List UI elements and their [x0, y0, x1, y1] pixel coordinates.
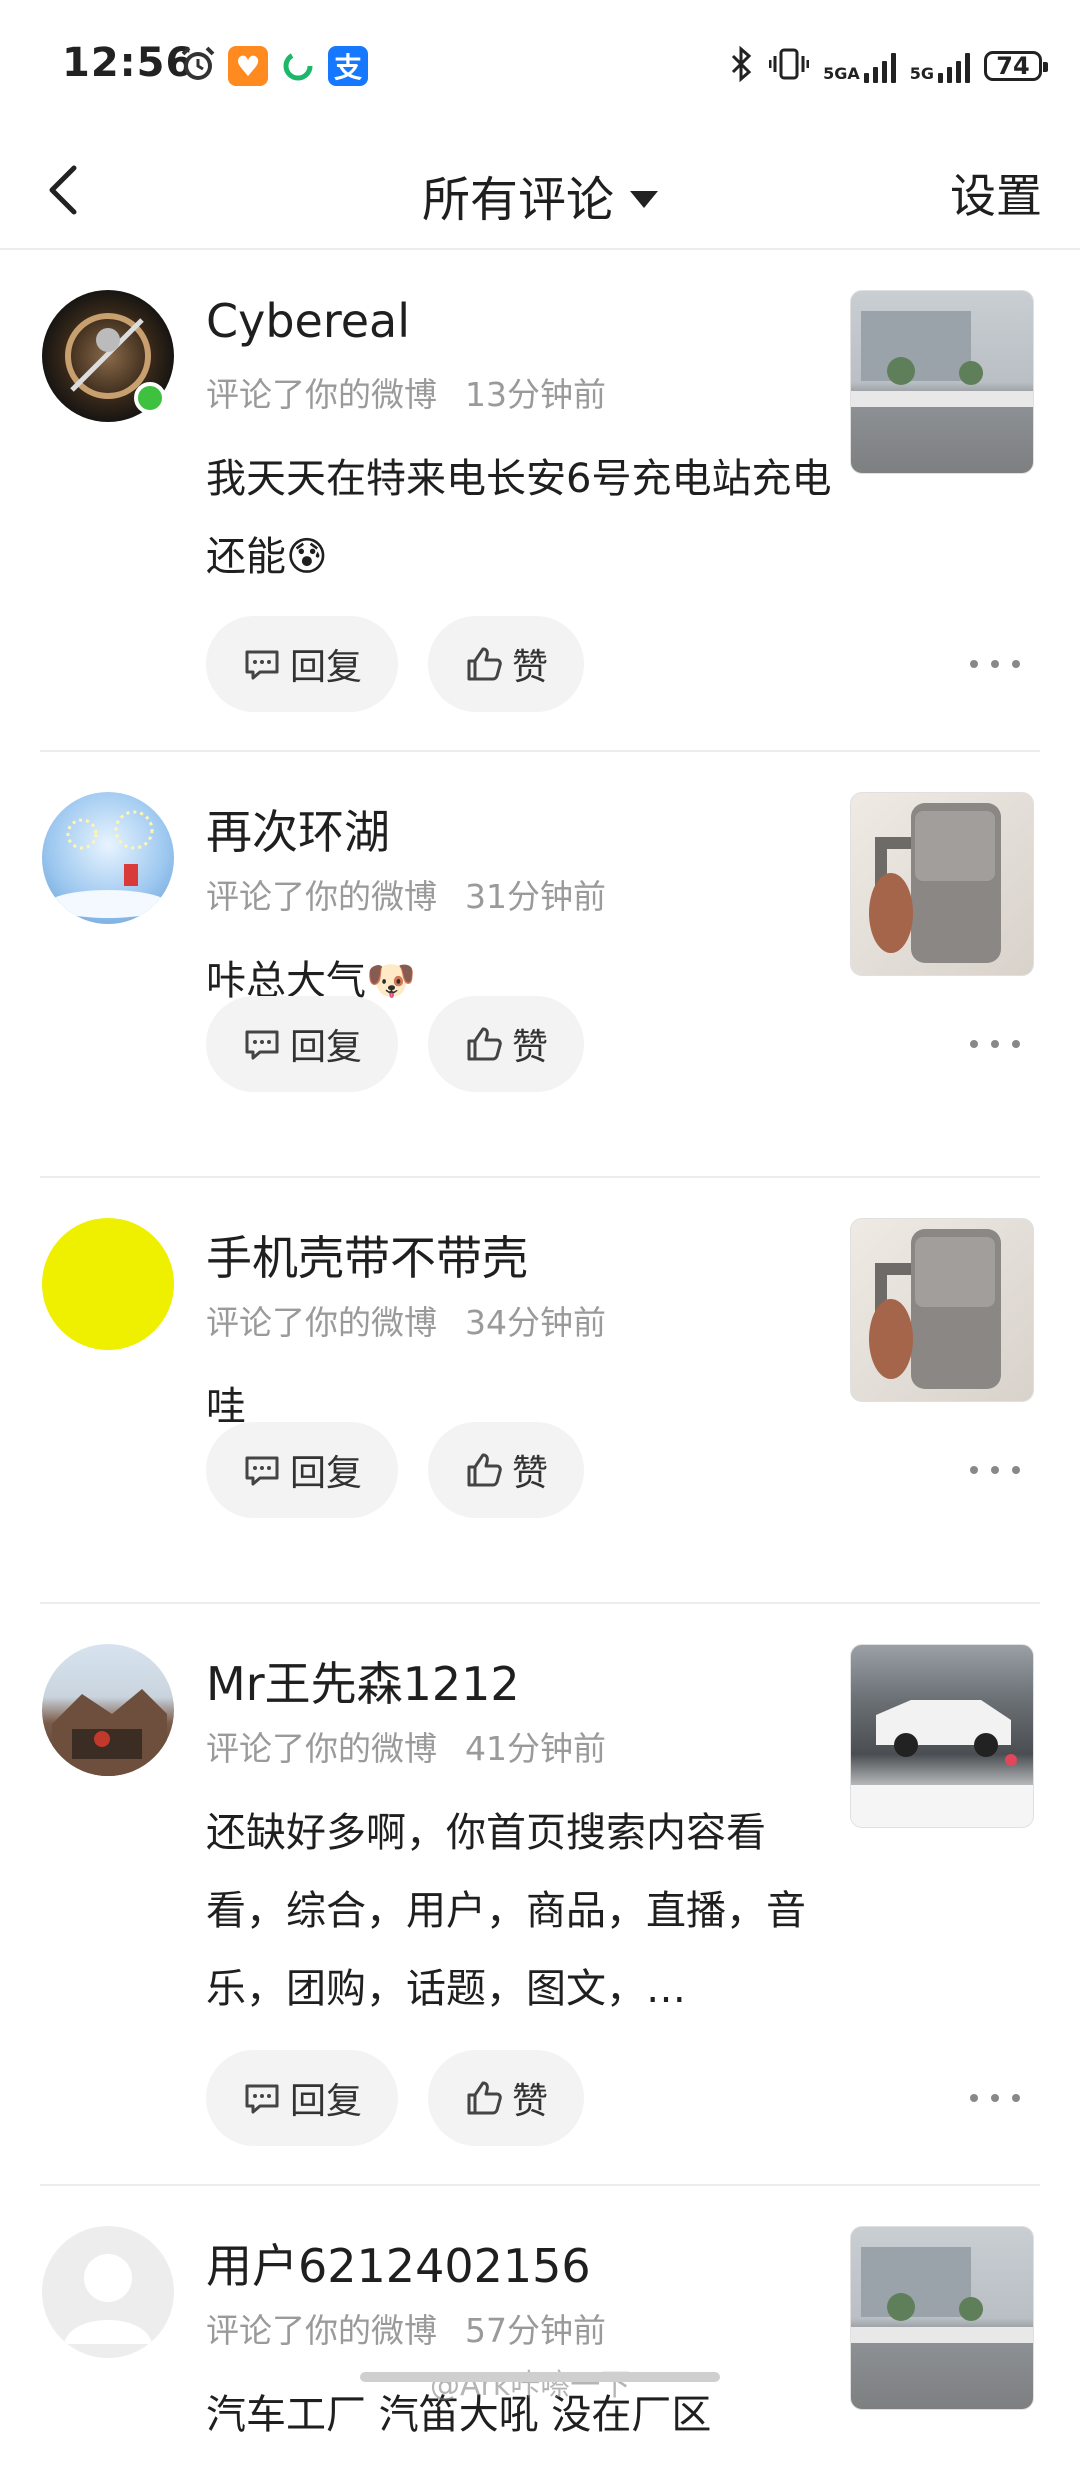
comment-list: Cybereal 评论了你的微博 13分钟前 我天天在特来电长安6号充电站充电还能… — [0, 250, 1080, 2486]
signal-strength-icon-2 — [938, 49, 970, 83]
status-time: 12:56 — [62, 40, 195, 86]
post-thumbnail[interactable] — [850, 2226, 1034, 2410]
comment-action: 评论了你的微博 — [206, 1729, 437, 1768]
battery-icon: 74 — [984, 51, 1048, 81]
shopping-app-icon: ♥ — [228, 46, 268, 86]
watermark: @Ark咔嚓一下 — [430, 2368, 631, 2403]
post-thumbnail[interactable] — [850, 290, 1034, 474]
like-button[interactable]: 赞 — [428, 2050, 584, 2146]
status-bar: 12:56 ♥ 支 5GA 5G 74 — [0, 0, 1080, 134]
more-options-button[interactable] — [970, 1034, 1020, 1054]
home-indicator[interactable] — [360, 2372, 720, 2382]
comment-meta: 评论了你的微博 31分钟前 — [206, 870, 606, 918]
reply-label: 回复 — [289, 1453, 362, 1494]
avatar[interactable] — [42, 1218, 174, 1350]
reply-label: 回复 — [289, 2081, 362, 2122]
alipay-icon: 支 — [328, 46, 368, 86]
reply-label: 回复 — [289, 1027, 362, 1068]
top-nav-bar: 所有评论 设置 — [0, 134, 1080, 250]
like-button[interactable]: 赞 — [428, 616, 584, 712]
comment-item[interactable]: Mr王先森1212 评论了你的微博 41分钟前 还缺好多啊，你首页搜索内容看看，综… — [40, 1604, 1040, 2186]
bluetooth-icon — [729, 45, 755, 86]
comment-action: 评论了你的微博 — [206, 2311, 437, 2350]
comment-actions: 回复 赞 — [206, 616, 584, 712]
reply-button[interactable]: 回复 — [206, 996, 398, 1092]
reply-label: 回复 — [289, 647, 362, 688]
reply-button[interactable]: 回复 — [206, 616, 398, 712]
comment-text: 我天天在特来电长安6号充电站充电还能😰 — [206, 456, 832, 580]
commenter-name[interactable]: 再次环湖 — [206, 796, 390, 862]
like-label: 赞 — [511, 2081, 548, 2122]
like-label: 赞 — [511, 647, 548, 688]
comment-actions: 回复 赞 — [206, 996, 584, 1092]
comment-time: 34分钟前 — [465, 1303, 606, 1342]
comment-item[interactable]: 手机壳带不带壳 评论了你的微博 34分钟前 哇 回复 赞 — [40, 1178, 1040, 1604]
like-button[interactable]: 赞 — [428, 996, 584, 1092]
comment-bubble-icon — [245, 1030, 279, 1060]
comment-bubble-icon — [245, 2084, 279, 2114]
thumbs-up-icon — [467, 2081, 502, 2115]
network-type-2: 5G — [909, 64, 934, 83]
comment-text: 还缺好多啊，你首页搜索内容看看，综合，用户，商品，直播，音乐，团购，话题，图文，… — [206, 1810, 806, 2012]
comment-bubble-icon — [245, 1456, 279, 1486]
more-options-button[interactable] — [970, 2088, 1020, 2108]
comment-action: 评论了你的微博 — [206, 375, 437, 414]
status-indicators: 5GA 5G 74 — [729, 45, 1048, 86]
reply-button[interactable]: 回复 — [206, 1422, 398, 1518]
comment-time: 13分钟前 — [465, 375, 606, 414]
comment-actions: 回复 赞 — [206, 1422, 584, 1518]
comment-item[interactable]: Cybereal 评论了你的微博 13分钟前 我天天在特来电长安6号充电站充电还能… — [40, 250, 1040, 752]
like-label: 赞 — [511, 1453, 548, 1494]
avatar[interactable] — [42, 1644, 174, 1776]
vibrate-icon — [768, 46, 810, 86]
commenter-name[interactable]: 用户6212402156 — [206, 2230, 591, 2296]
comment-time: 57分钟前 — [465, 2311, 606, 2350]
comment-time: 41分钟前 — [465, 1729, 606, 1768]
loop-app-icon — [278, 46, 318, 86]
thumbs-up-icon — [467, 1453, 502, 1487]
post-thumbnail[interactable] — [850, 1644, 1034, 1828]
page-title: 所有评论 — [421, 172, 614, 228]
status-app-icons: ♥ 支 — [178, 44, 368, 88]
caret-down-icon — [630, 190, 658, 208]
comment-meta: 评论了你的微博 57分钟前 — [206, 2304, 606, 2352]
online-status-dot — [134, 382, 166, 414]
post-thumbnail[interactable] — [850, 1218, 1034, 1402]
network-type-1: 5GA — [823, 64, 860, 83]
like-label: 赞 — [511, 1027, 548, 1068]
comment-action: 评论了你的微博 — [206, 877, 437, 916]
avatar[interactable] — [42, 792, 174, 924]
comment-time: 31分钟前 — [465, 877, 606, 916]
post-thumbnail[interactable] — [850, 792, 1034, 976]
commenter-name[interactable]: Cybereal — [206, 294, 410, 348]
avatar[interactable] — [42, 2226, 174, 2358]
comment-meta: 评论了你的微博 13分钟前 — [206, 368, 606, 416]
comment-action: 评论了你的微博 — [206, 1303, 437, 1342]
settings-button[interactable]: 设置 — [950, 160, 1042, 226]
comment-actions: 回复 赞 — [206, 2050, 584, 2146]
alarm-icon — [178, 44, 218, 88]
battery-level: 74 — [996, 52, 1030, 80]
comment-item[interactable]: 再次环湖 评论了你的微博 31分钟前 咔总大气🐶 回复 赞 — [40, 752, 1040, 1178]
comment-filter-dropdown[interactable]: 所有评论 — [0, 160, 1080, 230]
thumbs-up-icon — [467, 647, 502, 681]
like-button[interactable]: 赞 — [428, 1422, 584, 1518]
more-options-button[interactable] — [970, 654, 1020, 674]
comment-meta: 评论了你的微博 34分钟前 — [206, 1296, 606, 1344]
signal-strength-icon — [863, 49, 896, 83]
thumbs-up-icon — [467, 1027, 502, 1061]
comment-bubble-icon — [245, 650, 279, 680]
comment-item[interactable]: 用户6212402156 评论了你的微博 57分钟前 汽车工厂 汽笛大吼 没在厂区 — [40, 2186, 1040, 2486]
comment-meta: 评论了你的微博 41分钟前 — [206, 1722, 606, 1770]
commenter-name[interactable]: 手机壳带不带壳 — [206, 1222, 528, 1288]
commenter-name[interactable]: Mr王先森1212 — [206, 1648, 520, 1714]
more-options-button[interactable] — [970, 1460, 1020, 1480]
reply-button[interactable]: 回复 — [206, 2050, 398, 2146]
